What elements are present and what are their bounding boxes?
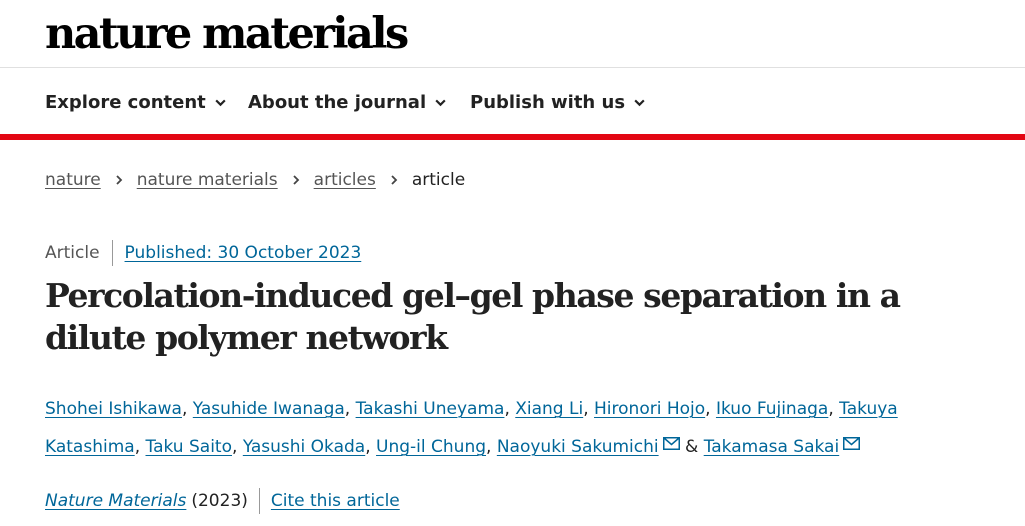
mail-icon[interactable] <box>662 437 680 450</box>
author-separator: , <box>181 399 188 419</box>
site-header: nature materials <box>0 0 1025 68</box>
chevron-down-icon <box>215 99 226 107</box>
citation-line: Nature Materials (2023) Cite this articl… <box>45 488 400 514</box>
chevron-down-icon <box>435 99 446 107</box>
cite-this-article-link[interactable]: Cite this article <box>271 491 400 511</box>
breadcrumb-current: article <box>411 170 466 190</box>
author-link[interactable]: Xiang Li <box>515 399 583 419</box>
publication-year: (2023) <box>191 491 248 511</box>
author-separator: , <box>504 399 510 419</box>
nav-explore-content[interactable]: Explore content <box>45 92 227 113</box>
author-separator: , <box>134 437 141 457</box>
author-separator: , <box>828 399 834 419</box>
author-separator: , <box>705 399 711 419</box>
author-separator: , <box>344 399 351 419</box>
author-separator: , <box>232 437 238 457</box>
mail-icon[interactable] <box>843 437 861 450</box>
citation-divider <box>258 488 260 514</box>
breadcrumb-nature-materials[interactable]: nature materials <box>137 170 278 190</box>
chevron-right-icon <box>391 175 398 185</box>
author-link[interactable]: Ikuo Fujinaga <box>716 399 828 419</box>
author-link[interactable]: Taku Saito <box>146 437 233 457</box>
author-link[interactable]: Takashi Uneyama <box>356 399 505 419</box>
published-date-link[interactable]: Published: 30 October 2023 <box>125 243 362 263</box>
chevron-right-icon <box>116 175 122 185</box>
nav-label: Explore content <box>45 92 206 113</box>
author-list: Shohei Ishikawa, Yasuhide Iwanaga, Takas… <box>45 390 985 466</box>
journal-logo[interactable]: nature materials <box>45 5 409 63</box>
author-separator: , <box>486 437 492 457</box>
nav-about-journal[interactable]: About the journal <box>248 92 447 113</box>
breadcrumb: nature nature materials articles article <box>45 170 465 190</box>
chevron-right-icon <box>293 175 299 185</box>
author-separator: , <box>583 399 589 419</box>
article-title: Percolation-induced gel–gel phase separa… <box>45 276 901 357</box>
breadcrumb-nature[interactable]: nature <box>45 170 101 190</box>
journal-link[interactable]: Nature Materials <box>45 491 186 511</box>
author-separator: , <box>365 437 371 457</box>
author-link[interactable]: Ung-il Chung <box>376 437 486 457</box>
nav-publish-with-us[interactable]: Publish with us <box>470 92 646 113</box>
author-link[interactable]: Yasushi Okada <box>243 437 365 457</box>
nav-label: About the journal <box>248 92 427 113</box>
article-meta: Article Published: 30 October 2023 <box>45 240 361 266</box>
author-link[interactable]: Hironori Hojo <box>594 399 705 419</box>
author-link[interactable]: Shohei Ishikawa <box>45 399 182 419</box>
chevron-down-icon <box>634 99 645 107</box>
author-link[interactable]: Takamasa Sakai <box>704 437 840 457</box>
meta-divider <box>111 240 113 266</box>
article-type: Article <box>45 243 100 263</box>
breadcrumb-articles[interactable]: articles <box>314 170 376 190</box>
author-link[interactable]: Naoyuki Sakumichi <box>497 437 659 457</box>
author-ampersand: & <box>685 437 699 457</box>
author-link[interactable]: Yasuhide Iwanaga <box>193 399 345 419</box>
nav-label: Publish with us <box>470 92 626 113</box>
main-nav: Explore content About the journal Publis… <box>0 68 1025 134</box>
header-accent-rule <box>0 134 1025 140</box>
